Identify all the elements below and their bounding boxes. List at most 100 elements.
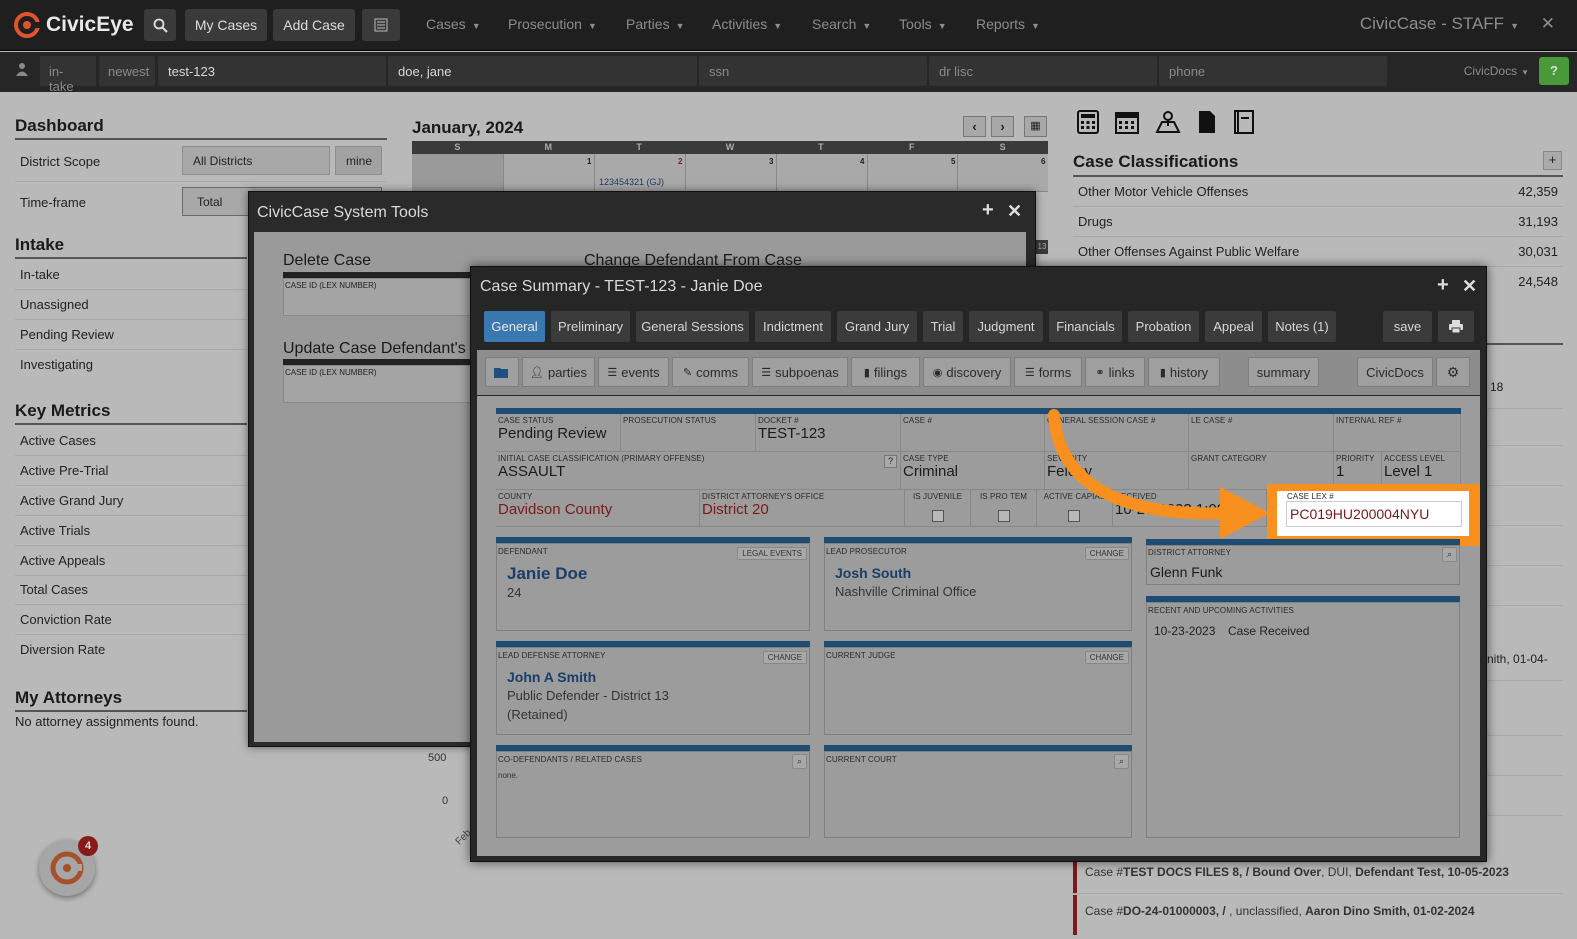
tab-general[interactable]: General <box>484 311 545 342</box>
recent-case-item[interactable]: Case #DO-24-01000003, / , unclassified, … <box>1085 904 1475 918</box>
menu-activities[interactable]: Activities ▼ <box>712 16 782 32</box>
menu-cases[interactable]: Cases ▼ <box>426 16 481 32</box>
mine-button[interactable]: mine <box>335 146 382 175</box>
calendar-date[interactable]: 4 <box>860 157 864 166</box>
metric-active-pre-trial[interactable]: Active Pre-Trial <box>20 463 108 478</box>
county-field[interactable]: COUNTY Davidson County <box>496 490 700 527</box>
expand-icon[interactable]: + <box>982 199 994 222</box>
menu-parties[interactable]: Parties ▼ <box>626 16 685 32</box>
phone-input[interactable]: phone <box>1159 56 1387 86</box>
name-search-input[interactable]: doe, jane <box>388 56 697 86</box>
tab-appeal[interactable]: Appeal <box>1205 311 1262 342</box>
comms-button[interactable]: ✎ comms <box>672 357 749 387</box>
intake-item-pending-review[interactable]: Pending Review <box>20 327 114 342</box>
change-judge-button[interactable]: CHANGE <box>1084 651 1129 664</box>
expand-icon[interactable]: + <box>1437 274 1449 297</box>
search-icon[interactable]: ⌕ <box>1441 547 1457 562</box>
calendar-date[interactable]: 1 <box>587 157 591 166</box>
is-juvenile-checkbox[interactable] <box>932 510 944 522</box>
case-status-field[interactable]: CASE STATUS Pending Review <box>496 414 621 452</box>
summary-button[interactable]: summary <box>1248 357 1319 387</box>
help-button[interactable]: ? <box>1539 57 1569 85</box>
search-button[interactable] <box>144 9 176 41</box>
tab-judgment[interactable]: Judgment <box>969 311 1043 342</box>
my-cases-button[interactable]: My Cases <box>185 9 267 41</box>
help-icon[interactable]: ? <box>884 455 897 468</box>
intake-filter[interactable]: in-take <box>40 56 96 94</box>
book-icon[interactable] <box>1233 110 1255 134</box>
classification-label[interactable]: Other Motor Vehicle Offenses <box>1078 184 1248 199</box>
tab-grand-jury[interactable]: Grand Jury <box>837 311 917 342</box>
history-button[interactable]: ▮ history <box>1148 357 1220 387</box>
add-case-button[interactable]: Add Case <box>273 9 355 41</box>
drlisc-input[interactable]: dr lisc <box>929 56 1157 86</box>
calendar-date[interactable]: 6 <box>1041 157 1045 166</box>
map-icon[interactable] <box>1155 110 1181 134</box>
tab-indictment[interactable]: Indictment <box>755 311 831 342</box>
menu-reports[interactable]: Reports ▼ <box>976 16 1040 32</box>
save-button[interactable]: save <box>1383 311 1432 342</box>
initial-classification-field[interactable]: INITIAL CASE CLASSIFICATION (PRIMARY OFF… <box>496 452 901 490</box>
settings-button[interactable]: ⚙ <box>1436 357 1470 387</box>
metric-active-trials[interactable]: Active Trials <box>20 523 90 538</box>
filings-button[interactable]: ▮ filings <box>851 357 920 387</box>
search-icon[interactable]: ⌕ <box>1113 754 1129 769</box>
tab-preliminary[interactable]: Preliminary <box>551 311 630 342</box>
metric-active-grand-jury[interactable]: Active Grand Jury <box>20 493 123 508</box>
metric-diversion-rate[interactable]: Diversion Rate <box>20 642 105 657</box>
tab-trial[interactable]: Trial <box>923 311 963 342</box>
da-office-field[interactable]: DISTRICT ATTORNEY'S OFFICE District 20 <box>700 490 905 527</box>
close-icon[interactable]: ✕ <box>1462 276 1477 297</box>
classification-label[interactable]: Other Offenses Against Public Welfare <box>1078 244 1299 259</box>
legal-events-button[interactable]: LEGAL EVENTS <box>737 547 807 560</box>
change-prosecutor-button[interactable]: CHANGE <box>1084 547 1129 560</box>
menu-prosecution[interactable]: Prosecution ▼ <box>508 16 597 32</box>
defense-name[interactable]: John A Smith <box>507 669 596 685</box>
civicdocs-menu[interactable]: CivicDocs ▼ <box>1464 64 1529 78</box>
intake-item-unassigned[interactable]: Unassigned <box>20 297 89 312</box>
case-number-field[interactable]: CASE # <box>901 414 1045 452</box>
ssn-input[interactable]: ssn <box>699 56 927 86</box>
brand-menu[interactable]: CivicCase - STAFF ▼ <box>1360 14 1519 34</box>
calendar-next-button[interactable]: › <box>991 116 1014 137</box>
newest-filter[interactable]: newest <box>99 56 155 86</box>
close-icon[interactable]: ✕ <box>1541 14 1555 34</box>
calendar-prev-button[interactable]: ‹ <box>963 116 986 137</box>
forms-button[interactable]: ☰ forms <box>1014 357 1082 387</box>
close-icon[interactable]: ✕ <box>1007 201 1022 222</box>
civicdocs-button[interactable]: CivicDocs <box>1357 357 1433 387</box>
calculator-button[interactable] <box>362 9 400 41</box>
links-button[interactable]: ⚭ links <box>1085 357 1145 387</box>
metric-conviction-rate[interactable]: Conviction Rate <box>20 612 112 627</box>
docket-field[interactable]: DOCKET # TEST-123 <box>756 414 901 452</box>
open-folder-button[interactable] <box>485 357 519 387</box>
prosecutor-name[interactable]: Josh South <box>835 565 911 581</box>
events-button[interactable]: ☰ events <box>598 357 669 387</box>
civiceye-logo[interactable]: CivicEye <box>14 10 134 40</box>
calendar-event[interactable]: 123454321 (GJ) <box>599 177 664 187</box>
internal-ref-field[interactable]: INTERNAL REF # <box>1334 414 1461 452</box>
tab-probation[interactable]: Probation <box>1128 311 1199 342</box>
calendar-date[interactable]: 2 <box>678 157 682 166</box>
menu-search[interactable]: Search ▼ <box>812 16 871 32</box>
calendar-date[interactable]: 5 <box>951 157 955 166</box>
activity-text[interactable]: Case Received <box>1228 624 1309 638</box>
intake-item-investigating[interactable]: Investigating <box>20 357 93 372</box>
menu-tools[interactable]: Tools ▼ <box>899 16 947 32</box>
user-icon[interactable] <box>15 62 29 79</box>
tab-notes[interactable]: Notes (1) <box>1268 311 1336 342</box>
case-type-field[interactable]: CASE TYPE Criminal <box>901 452 1045 490</box>
case-search-input[interactable]: test-123 <box>158 56 386 86</box>
district-attorney-field[interactable]: DISTRICT ATTORNEY ⌕ Glenn Funk <box>1146 545 1460 585</box>
is-pro-tem-checkbox[interactable] <box>998 510 1010 522</box>
metric-active-appeals[interactable]: Active Appeals <box>20 553 105 568</box>
case-lex-field[interactable]: CASE LEX # PC019HU200004NYU <box>1277 491 1469 536</box>
metric-active-cases[interactable]: Active Cases <box>20 433 96 448</box>
subpoenas-button[interactable]: ☰ subpoenas <box>752 357 848 387</box>
document-icon[interactable] <box>1197 110 1217 134</box>
change-defense-button[interactable]: CHANGE <box>762 651 807 664</box>
recent-case-item[interactable]: Case #TEST DOCS FILES 8, / Bound Over, D… <box>1085 865 1509 879</box>
metric-total-cases[interactable]: Total Cases <box>20 582 88 597</box>
search-icon[interactable]: ⌕ <box>791 754 807 769</box>
parties-button[interactable]: 👤︎ parties <box>522 357 595 387</box>
